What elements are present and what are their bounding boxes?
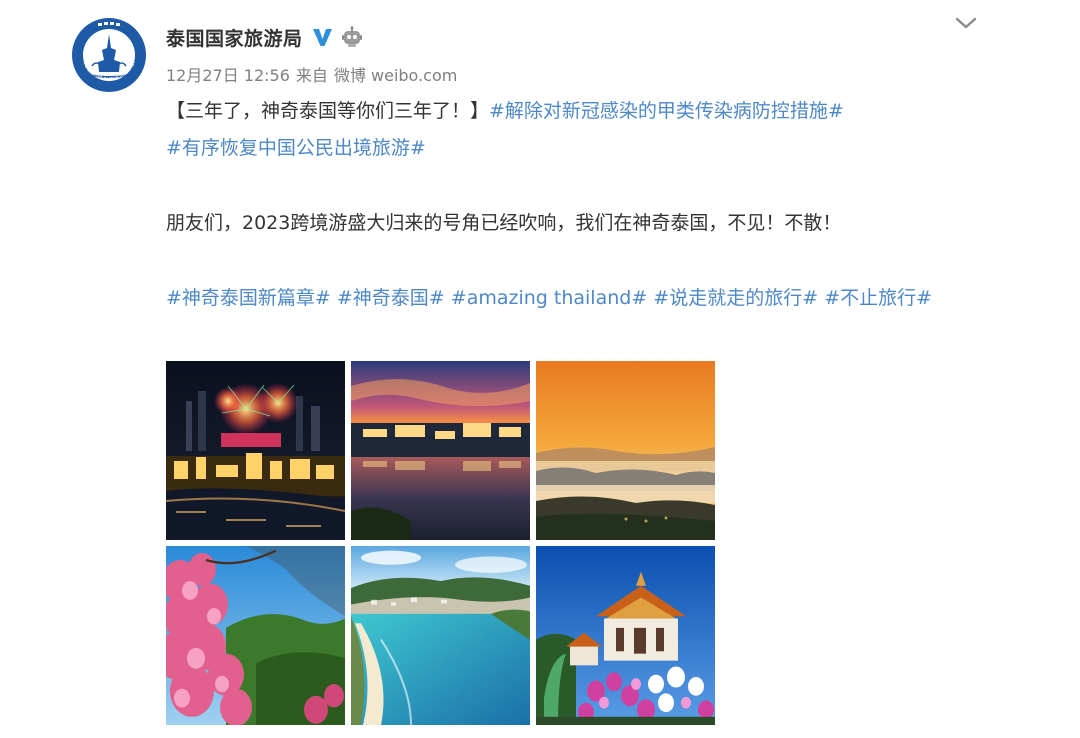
tag-link[interactable]: #神奇泰国新篇章# — [166, 287, 331, 309]
photo-beach-bay[interactable] — [351, 546, 530, 725]
topic-link-1[interactable]: #解除对新冠感染的甲类传染病防控措施# — [489, 100, 844, 122]
topic-link-2[interactable]: #有序恢复中国公民出境旅游# — [166, 137, 426, 159]
post-meta: 12月27日 12:56 来自 微博 weibo.com — [166, 62, 457, 86]
post-tags: #神奇泰国新篇章# #神奇泰国# #amazing thailand# #说走就… — [166, 280, 976, 317]
post-text-intro: 【三年了，神奇泰国等你们三年了！】#解除对新冠感染的甲类传染病防控措施# #有序… — [166, 93, 976, 167]
chevron-down-icon[interactable] — [952, 12, 980, 34]
tag-link[interactable]: #amazing thailand# — [451, 287, 647, 309]
verified-v-icon[interactable] — [311, 26, 333, 48]
photo-pink-blossoms[interactable] — [166, 546, 345, 725]
tag-link[interactable]: #不止旅行# — [824, 287, 932, 309]
photo-misty-mountains[interactable] — [536, 361, 715, 540]
post-text-body: 朋友们，2023跨境游盛大归来的号角已经吹响，我们在神奇泰国，不见！不散！ — [166, 212, 842, 234]
photo-grid — [166, 361, 715, 725]
tag-link[interactable]: #说走就走的旅行# — [653, 287, 818, 309]
author-avatar[interactable]: TOURISM AUTHORITY OF THAILAND — [70, 16, 148, 94]
author-name[interactable]: 泰国国家旅游局 — [166, 24, 303, 51]
from-label: 来自 — [295, 66, 328, 85]
photo-bangkok-fireworks[interactable] — [166, 361, 345, 540]
author-row: 泰国国家旅游局 — [166, 22, 363, 52]
photo-lake-dusk[interactable] — [351, 361, 530, 540]
weibo-post: TOURISM AUTHORITY OF THAILAND 泰国国家旅游局 — [0, 0, 1080, 738]
tag-link[interactable]: #神奇泰国# — [337, 287, 445, 309]
post-headline: 【三年了，神奇泰国等你们三年了！】 — [166, 100, 490, 122]
post-time[interactable]: 12月27日 12:56 — [166, 62, 290, 86]
robot-icon[interactable] — [341, 26, 363, 48]
post-source[interactable]: 微博 weibo.com — [334, 62, 457, 86]
tat-logo-icon: TOURISM AUTHORITY OF THAILAND — [70, 16, 148, 94]
photo-temple[interactable] — [536, 546, 715, 725]
